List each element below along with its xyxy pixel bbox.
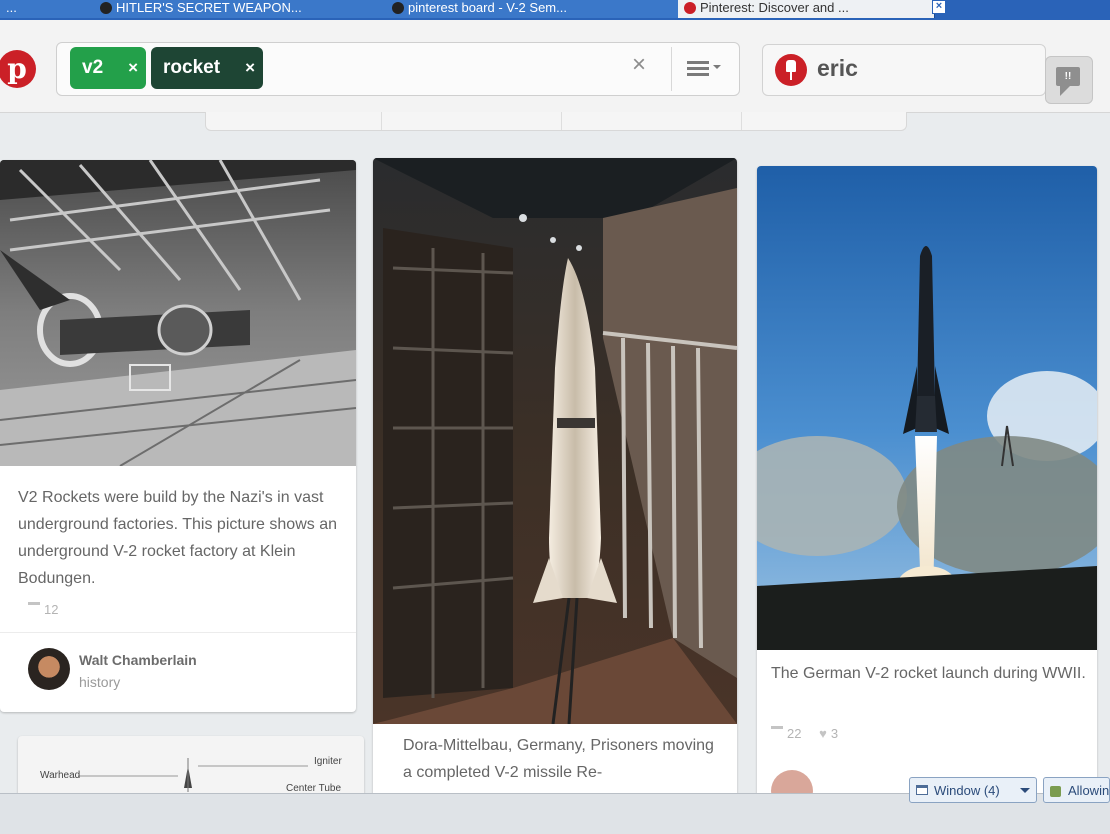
pin-image-tunnel[interactable] [373,158,737,724]
status-bar: Window (4) Allowin [0,777,1110,834]
notifications-button[interactable]: !! [1045,56,1093,104]
pin-image-factory[interactable] [0,160,356,466]
allowing-button-label: Allowin [1068,783,1110,798]
search-divider [671,47,672,91]
repin-count: 22 [787,726,802,741]
browser-tab-3[interactable]: pinterest board - V-2 Sem... [386,0,683,18]
window-button[interactable]: Window (4) [909,777,1037,803]
chevron-down-icon [713,65,721,73]
category-bar [205,112,907,131]
search-clear-icon[interactable]: × [632,51,646,79]
speech-bubble-icon: !! [1056,67,1080,86]
search-chip-rocket[interactable]: rocket × [151,47,263,89]
tab-title: HITLER'S SECRET WEAPON... [116,0,302,15]
tab-title: pinterest board - V-2 Sem... [408,0,567,15]
user-profile-button[interactable]: eric [762,44,1046,96]
tab-close-icon[interactable]: × [932,0,946,14]
plugin-icon [1050,786,1061,797]
chip-remove-icon[interactable]: × [245,47,255,89]
avatar[interactable] [28,648,70,690]
repin-count: 12 [44,602,59,617]
repin-icon [28,602,40,613]
browser-tab-2[interactable]: HITLER'S SECRET WEAPON... [94,0,391,18]
browser-tab-strip: ... HITLER'S SECRET WEAPON... pinterest … [0,0,1110,20]
chip-label: v2 [82,57,104,78]
browser-tab-pinterest[interactable]: Pinterest: Discover and ... [678,0,935,18]
pin-card-1[interactable]: V2 Rockets were build by the Nazi's in v… [0,160,356,712]
pin-card-2[interactable]: Dora-Mittelbau, Germany, Prisoners movin… [373,158,737,798]
pinner-name[interactable]: Walt Chamberlain [79,652,197,668]
hamburger-icon [687,61,709,64]
pin-image-launch[interactable] [757,166,1097,650]
search-chip-v2[interactable]: v2 × [70,47,146,89]
window-icon [916,785,928,795]
like-count: 3 [830,726,839,741]
pin-stats: 12 [28,602,58,617]
browser-tab-1[interactable]: ... [0,0,99,18]
like-icon: ♥ [819,726,827,741]
window-button-label: Window (4) [934,783,1000,798]
diagram-label-warhead: Warhead [40,770,81,781]
pushpin-icon [775,54,807,86]
chip-remove-icon[interactable]: × [128,47,138,89]
menu-button[interactable] [683,49,731,87]
tab-favicon-icon [392,2,404,14]
pin-description: V2 Rockets were build by the Nazi's in v… [18,489,337,587]
pin-description: The German V-2 rocket launch during WWII… [771,665,1086,682]
username: eric [817,55,858,81]
tab-title: Pinterest: Discover and ... [700,0,849,15]
chevron-down-icon [1020,788,1030,798]
search-box[interactable]: v2 × rocket × × [56,42,740,96]
allowing-button[interactable]: Allowin [1043,777,1110,803]
chip-label: rocket [163,57,221,78]
pinner-board[interactable]: history [79,674,120,690]
pinterest-header: p v2 × rocket × × eric !! [0,20,1110,113]
tab-title: ... [6,0,17,15]
pinterest-favicon-icon [684,2,696,14]
repin-icon [771,726,783,737]
pin-description: Dora-Mittelbau, Germany, Prisoners movin… [403,737,714,781]
pinterest-logo-icon[interactable]: p [0,50,36,88]
pin-stats: 22 ♥ 3 [771,726,838,741]
pin-card-3[interactable]: The German V-2 rocket launch during WWII… [757,166,1097,800]
tab-favicon-icon [100,2,112,14]
diagram-label-igniter: Igniter [314,756,342,767]
